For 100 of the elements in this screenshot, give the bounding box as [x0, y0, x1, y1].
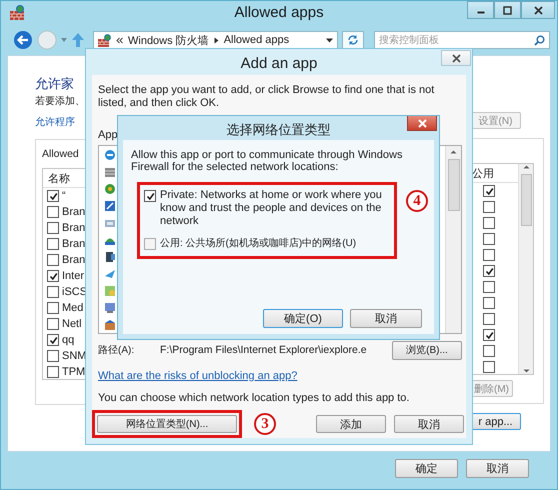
checkbox[interactable] — [47, 238, 59, 250]
app-icon — [104, 302, 116, 314]
cancel-button[interactable]: 取消 — [350, 309, 422, 328]
app-icon — [104, 251, 116, 263]
address-bar[interactable]: Windows 防火墙 Allowed apps — [93, 31, 338, 49]
field-label: 路径(A): — [98, 344, 136, 357]
app-icon — [104, 285, 116, 297]
instruction-text: 若要添加、 — [35, 94, 86, 108]
scroll-thumb[interactable] — [520, 174, 532, 226]
checkbox[interactable] — [483, 217, 495, 229]
dropdown-caret-icon[interactable] — [326, 38, 333, 42]
checkbox[interactable] — [47, 254, 59, 266]
ok-button[interactable]: 确定 — [395, 459, 458, 478]
instruction-text: Allow this app or port to communicate through Windows Firewall for the selected network locations: — [131, 149, 404, 173]
app-icon — [104, 319, 116, 331]
app-icon — [104, 217, 116, 229]
checkbox[interactable] — [47, 334, 59, 346]
settings-link[interactable]: 允许程序 — [35, 115, 86, 129]
scrollbar[interactable] — [445, 146, 461, 333]
checkbox[interactable] — [47, 318, 59, 330]
checkbox[interactable] — [47, 366, 59, 378]
close-icon — [418, 118, 426, 128]
step-number: 3 — [254, 413, 276, 435]
cancel-button[interactable]: 取消 — [394, 415, 464, 433]
scroll-thumb[interactable] — [448, 159, 460, 211]
ok-button[interactable]: 确定(O) — [263, 309, 343, 328]
brick-wall-icon — [98, 34, 111, 46]
help-link[interactable]: What are the risks of unblocking an app? — [98, 370, 298, 382]
checkbox[interactable] — [47, 270, 59, 282]
refresh-icon — [347, 34, 359, 46]
app-icon — [104, 149, 116, 161]
app-name: Inter — [62, 270, 84, 282]
checkbox[interactable] — [483, 249, 495, 261]
scroll-up-icon[interactable] — [522, 164, 530, 170]
double-chevron-icon — [116, 36, 123, 44]
cancel-button[interactable]: 取消 — [466, 459, 529, 478]
checkbox[interactable] — [483, 361, 495, 373]
path-value: F:\Program Files\Internet Explorer\iexplore.e — [160, 344, 367, 356]
section-heading: 允许家 — [35, 75, 75, 91]
brick-wall-icon — [9, 5, 25, 21]
instruction-text: Select the app you want to add, or click Browse to find one that is not listed, and then click OK. — [98, 84, 436, 110]
app-name: qq — [62, 334, 74, 346]
browse-button[interactable]: 浏览(B)... — [392, 340, 462, 360]
checkbox[interactable] — [483, 329, 495, 341]
checkbox[interactable] — [47, 286, 59, 298]
group-label: Allowed — [42, 148, 80, 160]
refresh-button[interactable] — [342, 31, 364, 49]
checkbox[interactable] — [483, 297, 495, 309]
close-button[interactable] — [441, 50, 471, 66]
app-name: Bran — [62, 254, 86, 266]
scrollbar[interactable] — [518, 164, 533, 374]
app-name: “ — [62, 190, 66, 202]
close-button[interactable] — [521, 1, 555, 19]
dialog-title: 选择网络位置类型 — [226, 121, 330, 139]
scroll-up-icon[interactable] — [450, 149, 457, 155]
checkbox[interactable] — [483, 265, 495, 277]
checkbox[interactable] — [47, 350, 59, 362]
option-label: 公用: 公共场所(如机场或咖啡店)中的网络(U) — [160, 237, 356, 250]
checkbox[interactable] — [483, 345, 495, 357]
app-icon — [104, 166, 116, 178]
back-button[interactable] — [13, 30, 33, 50]
step-number: 4 — [406, 190, 428, 212]
app-icon — [104, 183, 116, 195]
dialog-title: Add an app — [240, 54, 318, 72]
checkbox[interactable] — [144, 190, 156, 202]
app-name: Netl — [62, 318, 82, 330]
chevron-right-icon — [214, 36, 219, 44]
scroll-down-icon[interactable] — [522, 368, 530, 374]
minimize-button[interactable] — [467, 1, 494, 19]
checkbox[interactable] — [47, 222, 59, 234]
breadcrumb-item[interactable]: Windows 防火墙 — [128, 32, 209, 48]
checkbox[interactable] — [483, 185, 495, 197]
checkbox[interactable] — [483, 281, 495, 293]
close-icon — [452, 54, 460, 62]
app-name: Bran — [62, 238, 86, 250]
info-text: You can choose which network location types to add this app to. — [98, 392, 410, 404]
search-icon — [534, 35, 545, 46]
app-name: Bran — [62, 206, 86, 218]
app-name: Med — [62, 302, 84, 314]
checkbox[interactable] — [47, 302, 59, 314]
checkbox[interactable] — [483, 233, 495, 245]
checkbox[interactable] — [47, 206, 59, 218]
window-title: Allowed apps — [234, 3, 324, 21]
list-label: App — [98, 129, 118, 142]
add-button[interactable]: 添加 — [316, 415, 386, 433]
breadcrumb-item[interactable]: Allowed apps — [224, 34, 290, 46]
minimize-icon — [476, 11, 484, 14]
app-name: TPM — [62, 366, 86, 378]
close-icon — [534, 6, 542, 14]
network-types-button[interactable]: 网络位置类型(N)... — [97, 415, 237, 433]
checkbox[interactable] — [144, 238, 156, 250]
checkbox[interactable] — [483, 313, 495, 325]
allow-another-app-button[interactable]: r app... — [471, 413, 521, 430]
search-field[interactable]: 搜索控制面板 — [374, 31, 550, 49]
maximize-icon — [503, 6, 512, 14]
close-button[interactable] — [407, 116, 437, 131]
maximize-button[interactable] — [494, 1, 521, 19]
checkbox[interactable] — [47, 190, 59, 202]
option-label: Private: Networks at home or work where you know and trust the people and devices on the network — [160, 189, 383, 228]
checkbox[interactable] — [483, 201, 495, 213]
